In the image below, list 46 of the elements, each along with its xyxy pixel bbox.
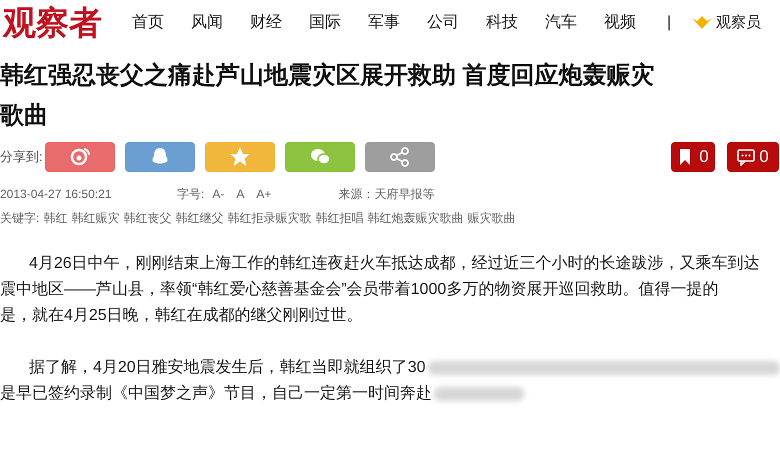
share-button[interactable] [285,142,355,172]
font-size-option[interactable]: A [236,185,244,203]
keyword-link[interactable]: 韩红丧父 [123,209,172,227]
nav-link[interactable]: 汽车 [545,11,604,35]
share-button[interactable] [45,142,115,172]
comment-icon [737,148,756,166]
crown-icon [691,15,713,31]
nav-link[interactable]: 公司 [427,11,486,35]
counter-button[interactable]: 0 [671,142,715,172]
publish-date: 2013-04-27 16:50:21 [0,186,112,203]
share-button[interactable] [365,142,435,172]
paragraph-line: 震中地区——芦山县，率领“韩红爱心慈善基金会”会员带着1000多万的物资展开巡回救助。值得一提的 [0,279,718,300]
paragraph-line: 据了解，4月20日雅安地震发生后，韩红当即就组织了30 [29,358,426,378]
nav-link[interactable]: 财经 [250,11,309,35]
keyword-link[interactable]: 韩红拒录赈灾歌 [227,209,312,227]
nav-link[interactable]: 科技 [486,11,545,35]
share-button[interactable] [125,142,195,172]
nav-separator: | [667,13,672,33]
paragraph-line: 是，就在4月25日晚，韩红在成都的继父刚刚过世。 [0,306,363,326]
keyword-link[interactable]: 韩红赈灾 [71,209,120,227]
font-size-option[interactable]: A+ [256,185,272,203]
keyword-link[interactable]: 韩红 [43,209,68,227]
article-title-line: 韩红强忍丧父之痛赴芦山地震灾区展开救助 首度回应炮轰赈灾 [0,61,656,91]
share-label: 分享到: [0,148,44,166]
source-text: 来源：天府早报等 [338,186,434,203]
site-logo[interactable]: 观察者 [0,2,104,44]
font-size-label: 字号: [177,186,204,203]
share-icon [389,146,411,168]
nav-link[interactable]: 国际 [309,11,368,35]
keyword-link[interactable]: 韩红拒唱 [315,209,364,227]
nav-link[interactable]: 视频 [604,11,663,35]
paragraph-line: 是早已签约录制《中国梦之声》节目，自己一定第一时间奔赴 [0,384,432,404]
keyword-link[interactable]: 韩红继父 [175,209,224,227]
keyword-link[interactable]: 韩红炮轰赈灾歌曲 [367,209,464,227]
member-link[interactable]: 观察员 [691,12,761,34]
keyword-link[interactable]: 赈灾歌曲 [467,209,516,227]
nav-link[interactable]: 首页 [132,11,191,35]
keywords-label: 关键字: [0,210,40,227]
paragraph-line: 4月26日中午，刚刚结束上海工作的韩红连夜赶火车抵达成都，经过近三个小时的长途跋涉，又乘车到达 [29,254,760,274]
font-size-option[interactable]: A- [212,185,224,203]
article-title-line: 歌曲 [0,101,49,131]
nav-link[interactable]: 风闻 [191,11,250,35]
share-button[interactable] [205,142,275,172]
counter-button[interactable]: 0 [727,142,779,172]
nav-link[interactable]: 军事 [368,11,427,35]
star-icon [229,146,251,168]
